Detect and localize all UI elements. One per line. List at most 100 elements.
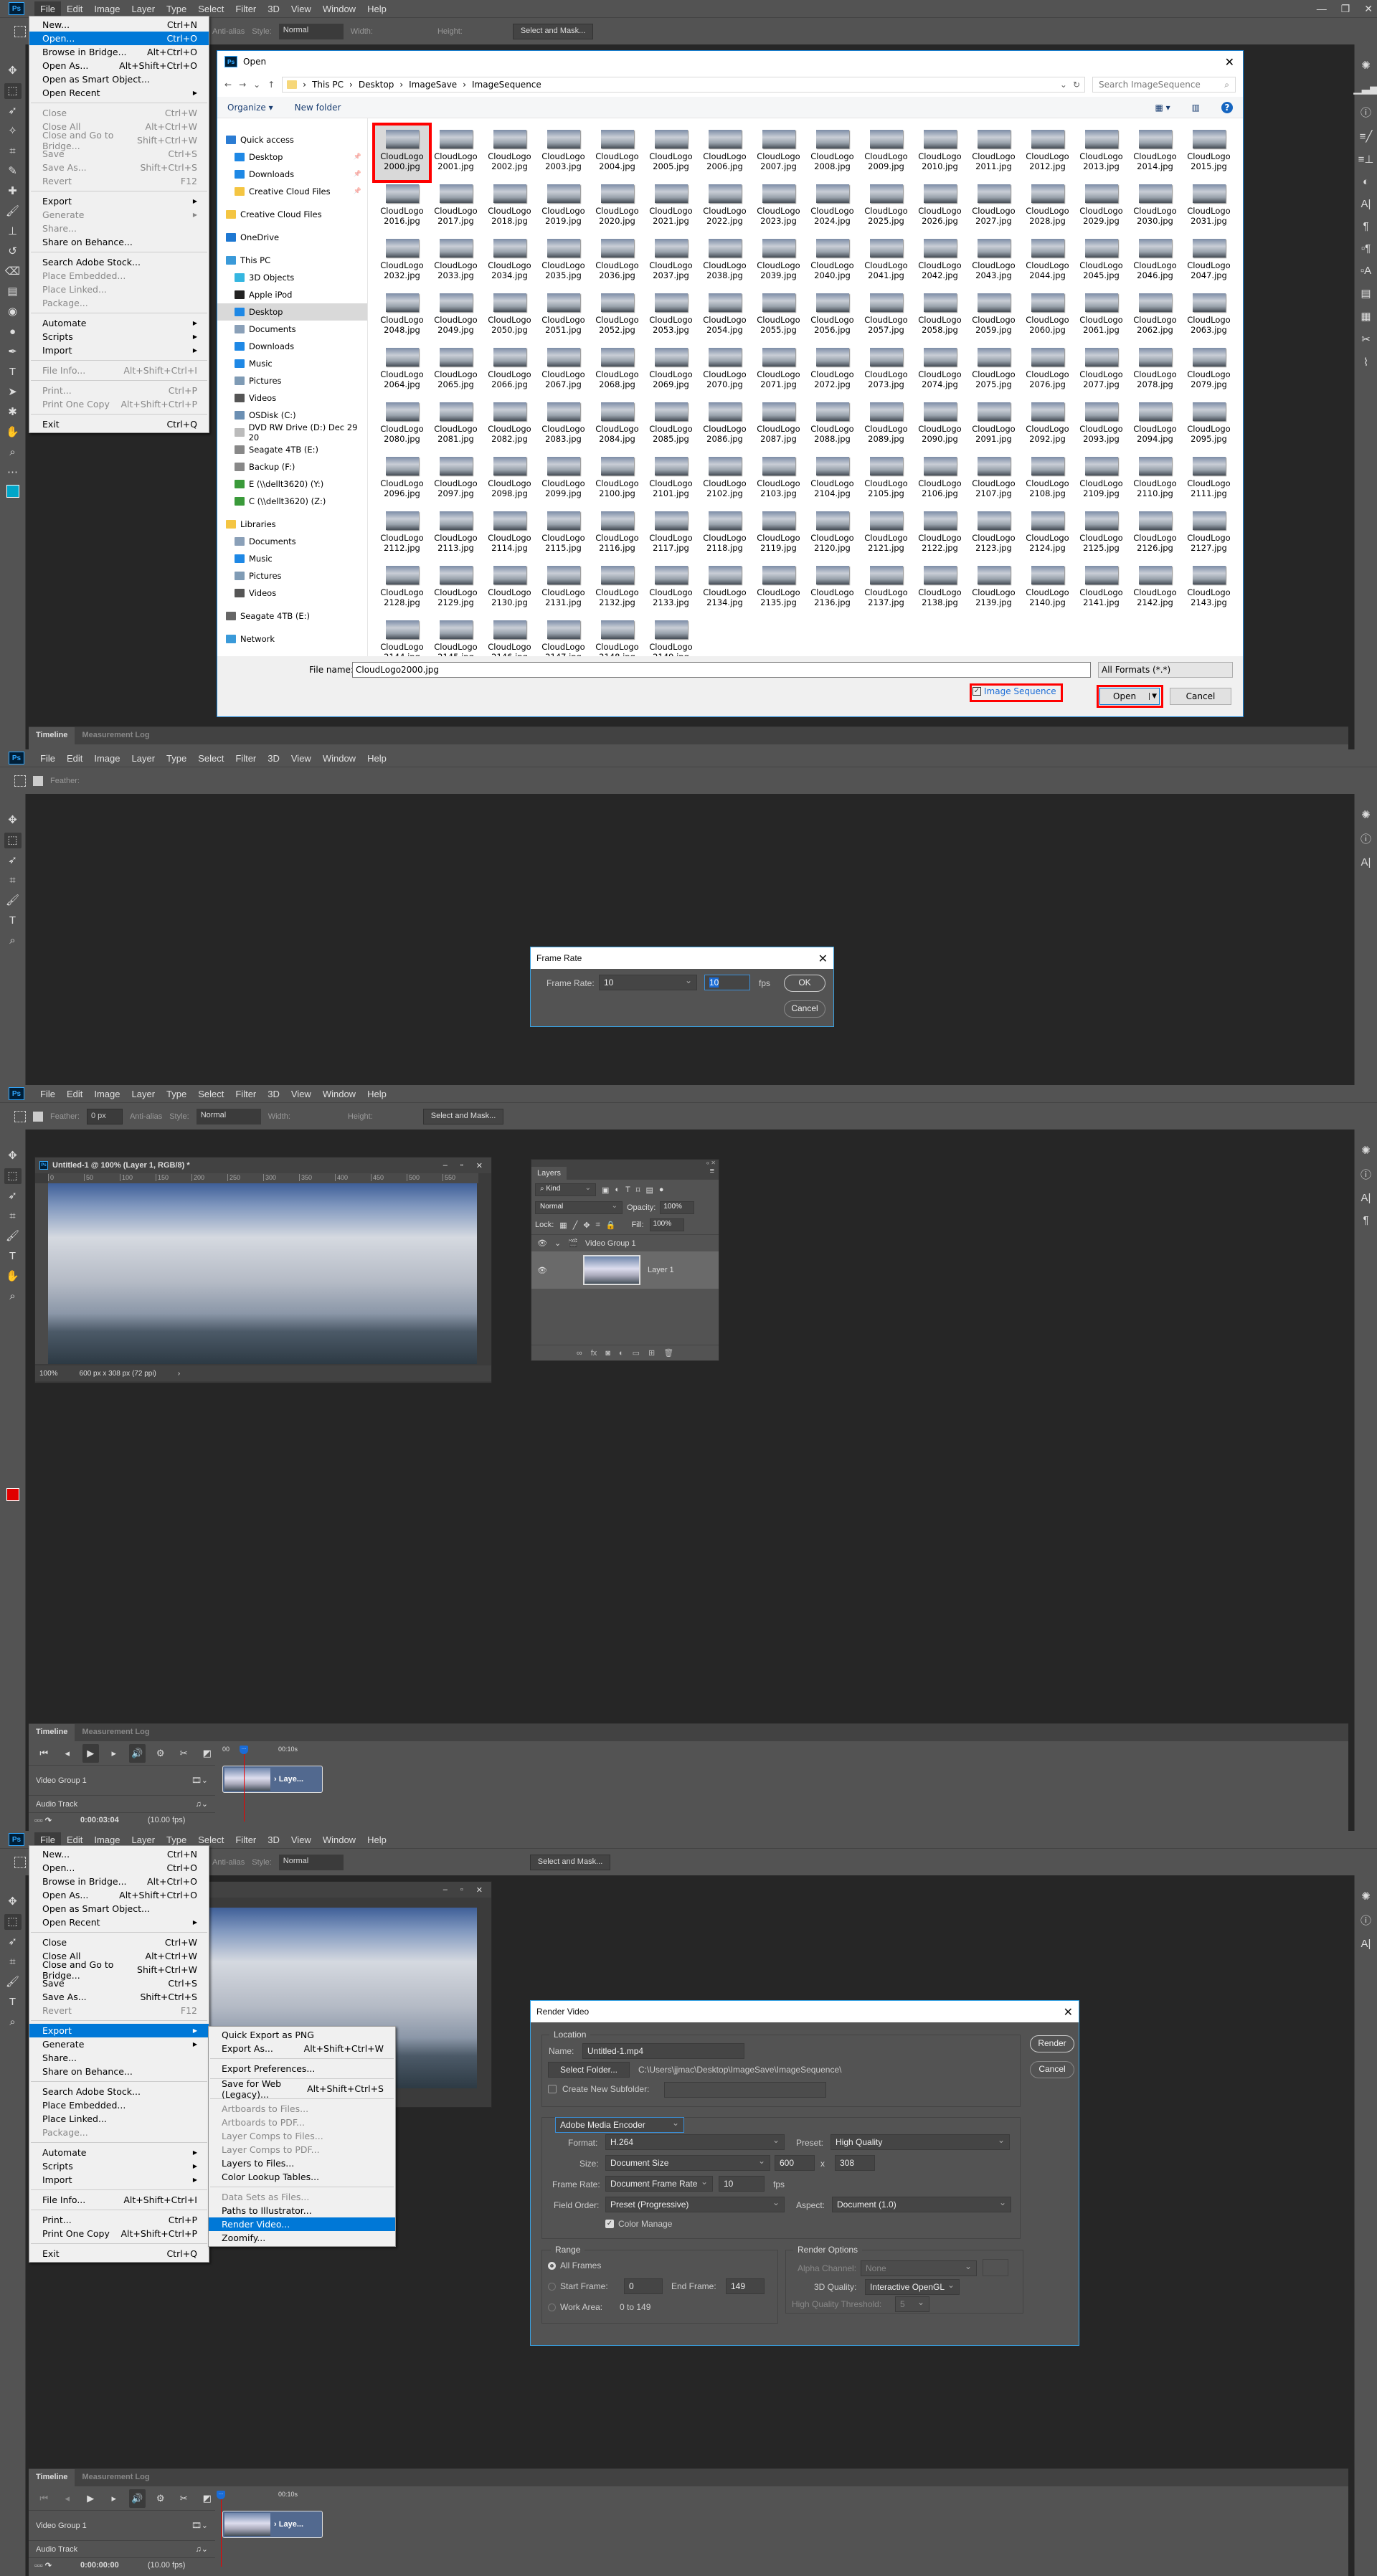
menu-item-print-one-copy[interactable]: Print One Copy Alt+Shift+Ctrl+P bbox=[29, 2227, 209, 2240]
file-item[interactable]: CloudLogo 2065.jpg bbox=[429, 344, 483, 398]
file-item[interactable]: CloudLogo 2096.jpg bbox=[375, 453, 429, 507]
filter-type-icon[interactable]: T bbox=[625, 1185, 630, 1194]
file-item[interactable]: CloudLogo 2097.jpg bbox=[429, 453, 483, 507]
file-item[interactable]: CloudLogo 2057.jpg bbox=[859, 289, 913, 344]
zoom-tool-icon[interactable]: ⌕ bbox=[4, 933, 22, 949]
marquee-icon[interactable] bbox=[14, 775, 26, 787]
filter-smart-icon[interactable]: ▤ bbox=[645, 1185, 653, 1195]
file-item[interactable]: CloudLogo 2113.jpg bbox=[429, 507, 483, 562]
file-item[interactable]: CloudLogo 2134.jpg bbox=[698, 562, 752, 616]
nav-item[interactable]: E (\\dellt3620) (Y:) bbox=[226, 475, 367, 493]
feather-input[interactable]: 0 px bbox=[86, 1108, 123, 1124]
doc-maximize-button[interactable]: ▫ bbox=[460, 1161, 463, 1170]
file-item[interactable]: CloudLogo 2087.jpg bbox=[752, 398, 805, 453]
blend-mode-select[interactable]: Normal bbox=[535, 1201, 623, 1214]
file-item[interactable]: CloudLogo 2089.jpg bbox=[859, 398, 913, 453]
file-item[interactable]: CloudLogo 2036.jpg bbox=[590, 235, 644, 289]
file-item[interactable]: CloudLogo 2022.jpg bbox=[698, 180, 752, 235]
menu-item-layers-to-files[interactable]: Layers to Files... bbox=[209, 2156, 395, 2170]
file-item[interactable]: CloudLogo 2055.jpg bbox=[752, 289, 805, 344]
pin-icon[interactable]: 📌 bbox=[354, 188, 361, 195]
file-item[interactable]: CloudLogo 2106.jpg bbox=[913, 453, 967, 507]
stamp-tool-icon[interactable]: ⊥ bbox=[4, 224, 22, 240]
file-item[interactable]: CloudLogo 2091.jpg bbox=[967, 398, 1021, 453]
type-tool-icon[interactable]: T bbox=[4, 1994, 22, 2010]
crop-tool-icon[interactable]: ⌗ bbox=[4, 143, 22, 159]
render-button[interactable]: Render bbox=[1030, 2035, 1074, 2052]
anti-alias-label[interactable]: Anti-alias bbox=[212, 1858, 245, 1867]
nav-item[interactable]: Videos bbox=[226, 584, 367, 602]
blur-icon[interactable]: ◉ bbox=[4, 304, 22, 320]
new-group-icon[interactable]: ▭ bbox=[633, 1348, 640, 1358]
nav-item[interactable]: Music bbox=[226, 355, 367, 372]
nav-item[interactable]: Backup (F:) bbox=[226, 458, 367, 475]
file-item[interactable]: CloudLogo 2119.jpg bbox=[752, 507, 805, 562]
dodge-icon[interactable]: ● bbox=[4, 324, 22, 340]
field-order-select[interactable]: Preset (Progressive) bbox=[605, 2197, 785, 2212]
menu-3d[interactable]: 3D bbox=[262, 1832, 285, 1847]
view-options-icon[interactable]: ▦ ▾ bbox=[1155, 103, 1170, 113]
doc-maximize-button[interactable]: ▫ bbox=[460, 1885, 463, 1895]
character-icon[interactable]: A| bbox=[1361, 198, 1371, 210]
playhead-handle[interactable]: … bbox=[217, 2491, 225, 2499]
file-item[interactable]: CloudLogo 2131.jpg bbox=[536, 562, 590, 616]
split-scissors-icon[interactable]: ✂ bbox=[176, 2489, 192, 2508]
menu-item-share[interactable]: Share... bbox=[29, 2051, 209, 2065]
visibility-eye-icon[interactable]: 👁 bbox=[537, 1266, 547, 1275]
tab-measurement-log[interactable]: Measurement Log bbox=[75, 727, 156, 744]
file-item[interactable]: CloudLogo 2130.jpg bbox=[483, 562, 536, 616]
menu-3d[interactable]: 3D bbox=[262, 1086, 285, 1102]
menu-item-open-as-smart-object[interactable]: Open as Smart Object... bbox=[29, 1902, 209, 1916]
file-item[interactable]: CloudLogo 2108.jpg bbox=[1021, 453, 1074, 507]
filter-pixel-icon[interactable]: ▣ bbox=[602, 1185, 609, 1195]
info-icon[interactable]: ⓘ bbox=[1361, 831, 1371, 846]
file-item[interactable]: CloudLogo 2069.jpg bbox=[644, 344, 698, 398]
file-item[interactable]: CloudLogo 2090.jpg bbox=[913, 398, 967, 453]
split-scissors-icon[interactable]: ✂ bbox=[176, 1744, 192, 1763]
file-item[interactable]: CloudLogo 2129.jpg bbox=[429, 562, 483, 616]
file-item[interactable]: CloudLogo 2112.jpg bbox=[375, 507, 429, 562]
file-item[interactable]: CloudLogo 2079.jpg bbox=[1182, 344, 1236, 398]
history-brush-icon[interactable]: ↺ bbox=[4, 244, 22, 260]
healing-brush-icon[interactable]: ✚ bbox=[4, 184, 22, 199]
settings-gear-icon[interactable]: ⚙ bbox=[153, 1744, 169, 1763]
menu-item-open-recent[interactable]: Open Recent ▶ bbox=[29, 1916, 209, 1929]
file-item[interactable]: CloudLogo 2110.jpg bbox=[1128, 453, 1182, 507]
marquee-tool-icon[interactable]: ⬚ bbox=[4, 1168, 22, 1184]
menu-select[interactable]: Select bbox=[192, 751, 230, 766]
menu-item-render-video[interactable]: Render Video... bbox=[209, 2217, 395, 2231]
file-item[interactable]: CloudLogo 2040.jpg bbox=[805, 235, 859, 289]
nav-item[interactable]: Seagate 4TB (E:) bbox=[226, 607, 367, 625]
work-area-radio[interactable]: Work Area: bbox=[548, 2302, 602, 2312]
menu-layer[interactable]: Layer bbox=[126, 1086, 161, 1102]
marquee-icon[interactable] bbox=[14, 1110, 26, 1122]
menu-item-place-linked[interactable]: Place Linked... bbox=[29, 2112, 209, 2126]
move-tool-icon[interactable]: ✥ bbox=[4, 813, 22, 828]
nav-item[interactable]: Pictures bbox=[226, 567, 367, 584]
lock-all-icon[interactable]: 🔒 bbox=[606, 1221, 616, 1230]
frame-rate-select[interactable]: Document Frame Rate bbox=[605, 2176, 713, 2192]
file-item[interactable]: CloudLogo 2115.jpg bbox=[536, 507, 590, 562]
file-item[interactable]: CloudLogo 2017.jpg bbox=[429, 180, 483, 235]
file-item[interactable]: CloudLogo 2015.jpg bbox=[1182, 126, 1236, 180]
first-frame-icon[interactable]: ⏮ bbox=[36, 1744, 52, 1763]
color-manage-checkbox[interactable]: ✓ Color Manage bbox=[605, 2219, 672, 2229]
file-item[interactable]: CloudLogo 2032.jpg bbox=[375, 235, 429, 289]
nav-item[interactable]: Creative Cloud Files bbox=[226, 206, 367, 223]
crop-tool-icon[interactable]: ⌗ bbox=[4, 873, 22, 889]
character-icon[interactable]: A| bbox=[1361, 1192, 1371, 1204]
brush-tool-icon[interactable]: 🖌 bbox=[4, 893, 22, 909]
file-item[interactable]: CloudLogo 2043.jpg bbox=[967, 235, 1021, 289]
refresh-icon[interactable]: ↻ bbox=[1073, 80, 1084, 90]
timecode[interactable]: 0:00:00:00 bbox=[80, 2561, 119, 2570]
menu-window[interactable]: Window bbox=[317, 1086, 361, 1102]
file-item[interactable]: CloudLogo 2033.jpg bbox=[429, 235, 483, 289]
file-item[interactable]: CloudLogo 2046.jpg bbox=[1128, 235, 1182, 289]
filter-toggle-icon[interactable]: ● bbox=[659, 1185, 664, 1194]
name-input[interactable]: Untitled-1.mp4 bbox=[582, 2043, 744, 2059]
menu-item-automate[interactable]: Automate ▶ bbox=[29, 2146, 209, 2159]
menu-item-export-preferences[interactable]: Export Preferences... bbox=[209, 2062, 395, 2075]
first-frame-icon[interactable]: ⏮ bbox=[36, 2489, 52, 2508]
nav-item[interactable]: C (\\dellt3620) (Z:) bbox=[226, 493, 367, 510]
filter-shape-icon[interactable]: ⌑ bbox=[636, 1185, 640, 1195]
